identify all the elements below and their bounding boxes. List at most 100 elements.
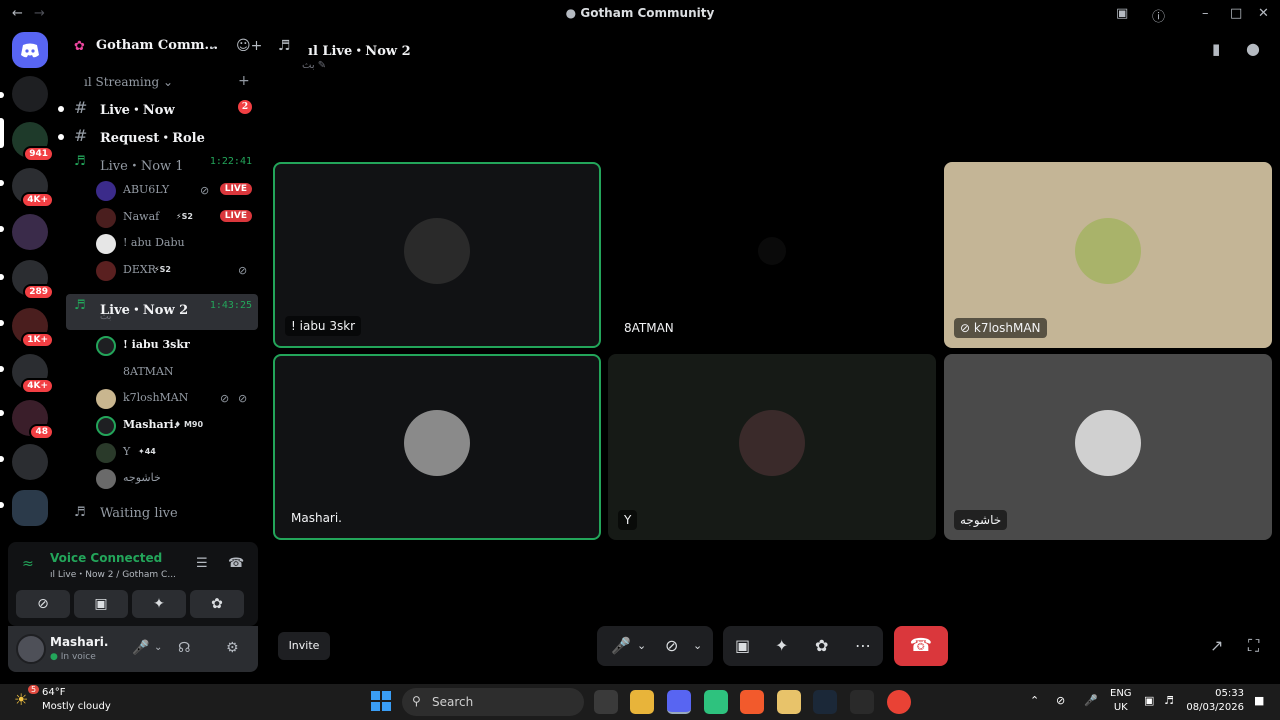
server-icon-3[interactable]: 4K+: [12, 168, 54, 208]
activities-icon[interactable]: ✦: [775, 636, 788, 655]
stage-status: بث ✎: [302, 60, 327, 71]
screen-share-icon[interactable]: ▣: [735, 636, 750, 655]
weather-desc[interactable]: Mostly cloudy: [42, 701, 111, 712]
steam-icon[interactable]: [813, 690, 837, 714]
server-icon-5[interactable]: 289: [12, 260, 54, 300]
server-icon-8[interactable]: 48: [12, 400, 54, 440]
notifications-icon[interactable]: ■: [1254, 694, 1264, 707]
user-name[interactable]: Mashari.: [50, 635, 108, 649]
microphone-tray-icon[interactable]: 🎤: [1084, 694, 1098, 707]
server-icon-4[interactable]: [12, 214, 48, 250]
fullscreen-icon[interactable]: ⛶: [1248, 636, 1259, 656]
server-icon-7[interactable]: 4K+: [12, 354, 54, 394]
participant-tile[interactable]: 8ATMAN: [608, 162, 936, 348]
chat-bubble-icon[interactable]: ●: [1246, 39, 1260, 58]
participant-name: 8ATMAN: [624, 321, 674, 335]
camera-tray-icon[interactable]: ⊘: [1056, 694, 1065, 707]
category-streaming[interactable]: ıl Streaming ⌄: [84, 75, 173, 89]
inbox-icon[interactable]: ▣: [1116, 6, 1128, 21]
add-channel-icon[interactable]: +: [238, 73, 250, 89]
brave-browser-icon[interactable]: [740, 690, 764, 714]
discord-app-icon[interactable]: [667, 690, 691, 714]
soundboard-button[interactable]: ✿: [190, 590, 244, 618]
disconnect-icon[interactable]: ☎: [228, 556, 244, 571]
microphone-icon[interactable]: 🎤: [611, 636, 631, 655]
pop-out-icon[interactable]: ↗: [1210, 636, 1223, 655]
weather-temp[interactable]: 64°F: [42, 687, 65, 698]
camera-off-icon[interactable]: ⊘: [665, 636, 678, 655]
bookmark-icon[interactable]: ▮: [1212, 40, 1220, 58]
close-icon[interactable]: ✕: [1258, 6, 1269, 21]
server-icon-6[interactable]: 1K+: [12, 308, 54, 348]
participant-tile[interactable]: ⊘ k7loshMAN: [944, 162, 1272, 348]
app-icon-green[interactable]: [704, 690, 728, 714]
soundboard-icon: ✿: [211, 596, 223, 612]
noise-suppression-icon[interactable]: ☰: [196, 556, 208, 571]
participant-tile[interactable]: ! iabu 3skr: [273, 162, 601, 348]
chevron-down-icon[interactable]: ⌄: [693, 639, 702, 652]
language-indicator[interactable]: ENG UK: [1110, 687, 1132, 715]
help-icon[interactable]: ⓘ: [1152, 6, 1165, 25]
voice-member[interactable]: DEXR ⚡S2 ⊘: [96, 260, 258, 282]
screen-share-button[interactable]: ▣: [74, 590, 128, 618]
audio-video-controls: 🎤 ⌄ ⊘ ⌄: [597, 626, 713, 666]
participant-tile[interactable]: خاشوجه: [944, 354, 1272, 540]
voice-member[interactable]: Nawaf ⚡S2 LIVE: [96, 207, 258, 229]
chevron-down-icon[interactable]: ⌄: [154, 642, 162, 653]
more-options-icon[interactable]: ⋯: [855, 636, 871, 655]
signal-icon[interactable]: ≈: [22, 556, 34, 572]
voice-member[interactable]: Y ✦44: [96, 442, 258, 464]
windows-start-icon[interactable]: [370, 690, 392, 716]
guild-header[interactable]: ✿ Gotham Comm... ⌄ ☺+: [60, 28, 264, 66]
microphone-icon[interactable]: 🎤: [132, 640, 149, 656]
camera-off-button[interactable]: ⊘: [16, 590, 70, 618]
voice-member[interactable]: ABU6LY ⊘ LIVE: [96, 180, 258, 202]
participant-tile[interactable]: Mashari.: [273, 354, 601, 540]
app-icon-yellow[interactable]: [777, 690, 801, 714]
channel-status: بث: [100, 312, 112, 322]
participant-tile[interactable]: Y: [608, 354, 936, 540]
voice-status[interactable]: Voice Connected: [50, 551, 162, 565]
voice-member[interactable]: Mashari. ♦ M90: [96, 415, 258, 437]
voice-member[interactable]: خاشوجه: [96, 468, 258, 490]
voice-channel-live-now-2[interactable]: ♬ Live・Now 2 بث 1:43:25: [66, 294, 258, 330]
server-icon-gotham[interactable]: 941: [12, 122, 54, 162]
headphones-icon[interactable]: ☊: [178, 640, 190, 656]
avatar[interactable]: [16, 634, 46, 664]
disconnect-button[interactable]: ☎: [894, 626, 948, 666]
pencil-icon[interactable]: ✎: [318, 60, 326, 71]
activities-button[interactable]: ✦: [132, 590, 186, 618]
server-folder-icon[interactable]: [12, 490, 48, 526]
member-name: ABU6LY: [123, 183, 170, 196]
task-view-icon[interactable]: [594, 690, 618, 714]
volume-icon[interactable]: ♬: [1164, 694, 1174, 707]
maximize-icon[interactable]: □: [1230, 6, 1242, 21]
clock[interactable]: 05:33 08/03/2026: [1186, 687, 1244, 715]
invite-button[interactable]: Invite: [278, 632, 330, 660]
voice-channel-link[interactable]: ıl Live・Now 2 / Gotham C...: [50, 567, 176, 580]
show-hidden-icons-icon[interactable]: ⌃: [1030, 694, 1039, 707]
settings-gear-icon[interactable]: ⚙: [226, 640, 239, 656]
file-explorer-icon[interactable]: [630, 690, 654, 714]
voice-channel-waiting-live[interactable]: ♬ Waiting live: [66, 501, 258, 527]
chrome-icon[interactable]: [887, 690, 911, 714]
app-icon-dark[interactable]: [850, 690, 874, 714]
voice-channel-live-now-1[interactable]: ♬ Live・Now 1 1:22:41: [66, 150, 258, 176]
soundboard-icon[interactable]: ✿: [815, 636, 828, 655]
weather-icon[interactable]: ☀: [14, 690, 28, 709]
discord-home-icon[interactable]: [12, 32, 48, 68]
voice-member[interactable]: ! abu Dabu: [96, 233, 258, 255]
voice-member[interactable]: 8ATMAN: [96, 362, 258, 384]
taskbar-search[interactable]: ⚲ Search: [402, 688, 584, 716]
chevron-down-icon[interactable]: ⌄: [637, 639, 646, 652]
server-icon-9[interactable]: [12, 444, 48, 480]
avatar: [1075, 410, 1141, 476]
minimize-icon[interactable]: –: [1202, 6, 1209, 21]
voice-member[interactable]: ! iabu 3skr: [96, 335, 258, 357]
channel-live-now[interactable]: # Live・Now 2: [66, 94, 258, 120]
channel-request-role[interactable]: # Request・Role: [66, 122, 258, 148]
voice-member[interactable]: k7loshMAN ⊘ ⊘: [96, 388, 258, 410]
invite-people-icon[interactable]: ☺+: [236, 38, 262, 54]
network-icon[interactable]: ▣: [1144, 694, 1154, 707]
server-icon-1[interactable]: [12, 76, 48, 112]
